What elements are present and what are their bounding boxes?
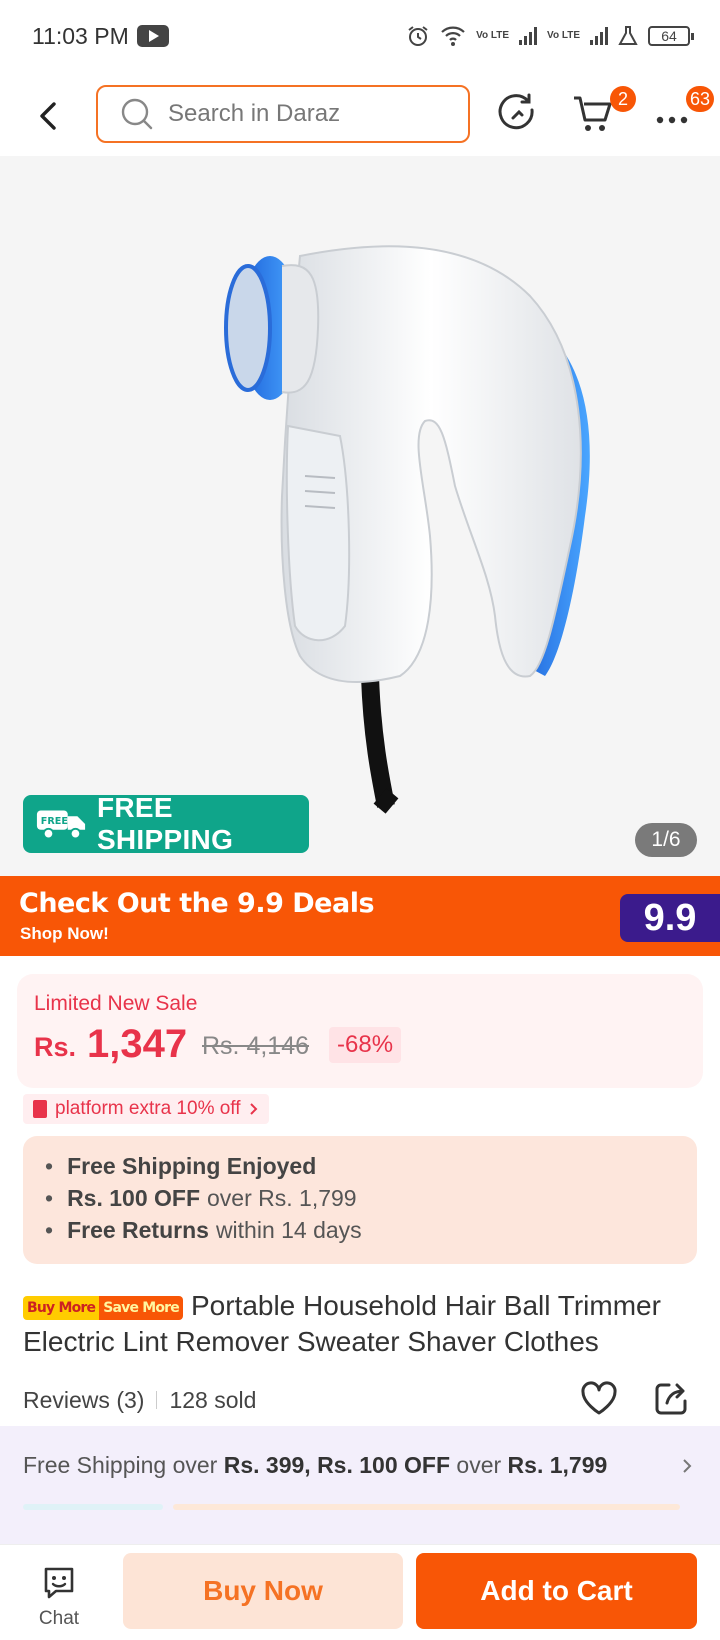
youtube-icon (136, 25, 169, 47)
chat-label: Chat (38, 1608, 80, 1629)
deal-title: Check Out the 9.9 Deals (19, 888, 375, 919)
price-card: Limited New Sale Rs. 1,347 Rs. 4,146 -68… (17, 974, 703, 1088)
platform-voucher[interactable]: platform extra 10% off (23, 1094, 269, 1124)
product-title: Buy More Save More Portable Household Hair… (23, 1288, 703, 1360)
reviews-row: Reviews (3) 128 sold (23, 1380, 697, 1420)
search-input[interactable]: Search in Daraz (96, 85, 470, 143)
chat-icon (44, 1567, 74, 1599)
free-tag: FREE (41, 816, 68, 827)
current-price: 1,347 (87, 1022, 188, 1066)
divider (156, 1391, 158, 1409)
heart-icon[interactable] (579, 1379, 619, 1419)
more-badge: 63 (686, 86, 715, 112)
status-right: Vo LTE Vo LTE 64 (406, 24, 694, 48)
lint-remover-product-icon (224, 245, 590, 814)
benefit-item: Rs. 100 OFFover Rs. 1,799 (45, 1182, 697, 1214)
benefit-item: Free Returnswithin 14 days (45, 1214, 697, 1246)
deal-banner[interactable]: Check Out the 9.9 Deals Shop Now! 9.9 (0, 876, 720, 956)
chevron-right-icon (249, 1103, 257, 1115)
flask-icon (618, 26, 638, 45)
chevron-right-icon (683, 1459, 692, 1473)
signal-icon-2 (590, 27, 608, 45)
wifi-icon (441, 26, 465, 46)
back-arrow-icon[interactable] (30, 96, 66, 136)
search-placeholder: Search in Daraz (168, 100, 341, 127)
voucher-text: platform extra 10% off (55, 1098, 241, 1119)
buy-more-save-more-tag: Buy More Save More (23, 1296, 183, 1320)
share-icon[interactable] (653, 1379, 689, 1417)
promo-progress-bar (23, 1504, 163, 1510)
volte-icon: Vo LTE (476, 30, 510, 41)
sold-count: 128 sold (169, 1386, 257, 1413)
bottom-action-bar: Chat Buy Now Add to Cart (0, 1544, 720, 1640)
alarm-icon (408, 26, 428, 46)
status-left: 11:03 PM (32, 23, 169, 50)
product-gallery[interactable] (0, 156, 720, 876)
gallery-pager: 1/6 (635, 823, 697, 857)
benefit-item: Free Shipping Enjoyed (45, 1150, 697, 1182)
search-icon (121, 98, 153, 130)
chat-button[interactable]: Chat (30, 1565, 88, 1635)
free-shipping-label: FREE SHIPPING (96, 792, 234, 855)
benefits-box[interactable]: Free Shipping Enjoyed Rs. 100 OFFover Rs… (23, 1136, 697, 1264)
add-to-cart-button[interactable]: Add to Cart (416, 1553, 697, 1629)
history-icon[interactable] (494, 90, 542, 138)
sale-label: Limited New Sale (34, 992, 198, 1015)
free-shipping-badge: FREE FREE SHIPPING (23, 792, 309, 855)
buy-now-button[interactable]: Buy Now (123, 1553, 403, 1629)
deal-subtitle: Shop Now! (20, 924, 109, 943)
original-price: Rs. 4,146 (202, 1032, 310, 1060)
top-header: Search in Daraz 2 63 (0, 72, 720, 160)
deal-badge: 9.9 (620, 894, 720, 942)
delivery-truck-icon: FREE (36, 810, 86, 840)
price-currency: Rs. (34, 1032, 77, 1062)
signal-icon (519, 27, 538, 45)
cart-badge: 2 (610, 86, 636, 112)
promo-progress-bar-2 (173, 1504, 680, 1510)
shipping-promo[interactable]: Free Shipping over Rs. 399, Rs. 100 OFF … (0, 1426, 720, 1544)
status-time: 11:03 PM (32, 22, 129, 49)
battery-icon: 64 (648, 26, 694, 46)
shipping-promo-text: Free Shipping over Rs. 399, Rs. 100 OFF … (23, 1452, 608, 1478)
discount-badge: -68% (329, 1027, 402, 1063)
voucher-icon (33, 1100, 47, 1118)
volte-icon-2: Vo LTE (547, 30, 580, 41)
reviews-link[interactable]: Reviews (3) (23, 1387, 144, 1414)
status-bar: 11:03 PM Vo LTE Vo LTE 64 (0, 0, 720, 72)
